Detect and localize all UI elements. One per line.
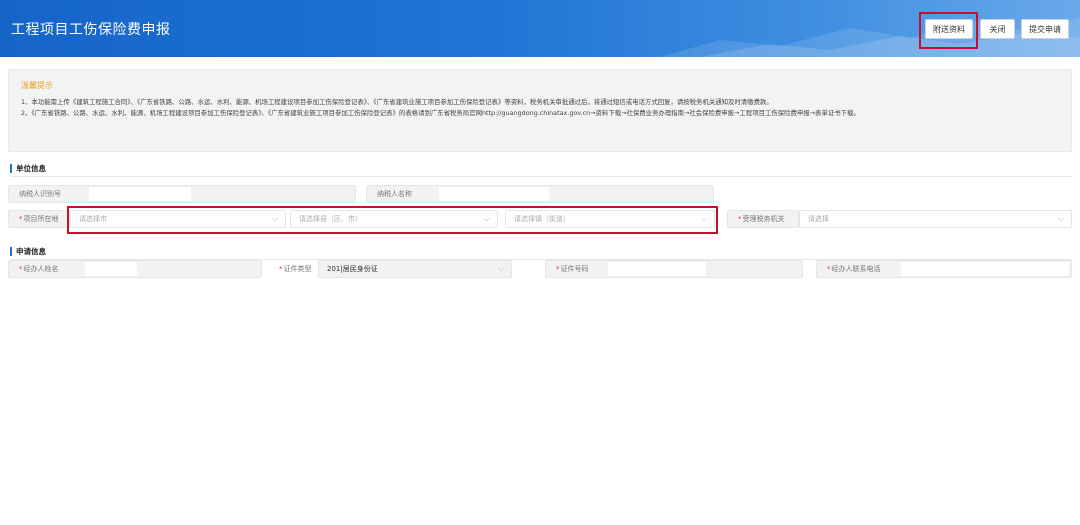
notice-line-1: 1、本功能需上传《建筑工程施工合同》、《广东省铁路、公路、水运、水利、能源、机场… (21, 98, 773, 106)
id-type-field: *证件类型 (272, 260, 318, 278)
chevron-down-icon: ⌵ (483, 214, 490, 223)
agent-name-label: *经办人姓名 (19, 265, 59, 273)
taxpayer-id-field: 纳税人识别号 (8, 185, 356, 203)
submit-application-button[interactable]: 提交申请 (1021, 19, 1069, 39)
city-placeholder: 请选择市 (79, 215, 107, 223)
taxpayer-id-value (89, 187, 191, 201)
notice-title: 温馨提示 (21, 81, 53, 90)
attach-documents-button[interactable]: 附送资料 (925, 19, 973, 39)
project-location-label: *项目所在地 (19, 215, 59, 223)
taxpayer-name-value (439, 187, 549, 201)
tax-authority-label: *受理税务机关 (738, 215, 785, 223)
town-placeholder: 请选择镇（街道） (514, 215, 570, 223)
phone-label: *经办人联系电话 (827, 265, 881, 273)
taxpayer-name-label: 纳税人名称 (377, 190, 412, 198)
project-location-field: *项目所在地 (8, 210, 70, 228)
applicant-info-section-title: 申请信息 (10, 247, 46, 256)
tax-authority-field: *受理税务机关 (727, 210, 799, 228)
city-select[interactable]: 请选择市 ⌵ (70, 210, 286, 228)
id-number-value[interactable] (608, 262, 706, 276)
phone-input[interactable] (901, 262, 1069, 276)
notice-line-2: 2、《广东省铁路、公路、水运、水利、能源、机场工程建设项目参加工伤保险登记表》、… (21, 109, 860, 117)
tax-authority-placeholder: 请选择 (808, 215, 829, 223)
county-placeholder: 请选择县（区、市） (299, 215, 362, 223)
taxpayer-name-field: 纳税人名称 (366, 185, 714, 203)
close-button[interactable]: 关闭 (980, 19, 1015, 39)
agent-name-field: *经办人姓名 (8, 260, 262, 278)
id-type-value: 201|居民身份证 (327, 265, 378, 273)
taxpayer-id-label: 纳税人识别号 (19, 190, 61, 198)
id-number-field: *证件号码 (545, 260, 803, 278)
chevron-down-icon: ⌵ (1057, 214, 1064, 223)
notice-panel: 温馨提示 1、本功能需上传《建筑工程施工合同》、《广东省铁路、公路、水运、水利、… (8, 69, 1072, 152)
chevron-down-icon: ⌵ (497, 264, 504, 273)
unit-info-section-title: 单位信息 (10, 164, 46, 173)
chevron-down-icon: ⌵ (700, 214, 707, 223)
id-number-label: *证件号码 (556, 265, 589, 273)
mountain-decoration (660, 18, 1080, 57)
county-select[interactable]: 请选择县（区、市） ⌵ (290, 210, 498, 228)
id-type-select[interactable]: 201|居民身份证 ⌵ (318, 260, 512, 278)
page-title: 工程项目工伤保险费申报 (11, 22, 171, 38)
town-select[interactable]: 请选择镇（街道） ⌵ (505, 210, 715, 228)
divider (10, 176, 1072, 177)
tax-authority-select[interactable]: 请选择 ⌵ (799, 210, 1072, 228)
agent-name-value[interactable] (85, 262, 137, 276)
id-type-label: *证件类型 (279, 265, 312, 273)
top-header: 工程项目工伤保险费申报 (0, 0, 1080, 57)
chevron-down-icon: ⌵ (271, 214, 278, 223)
phone-field: *经办人联系电话 (816, 260, 1072, 278)
